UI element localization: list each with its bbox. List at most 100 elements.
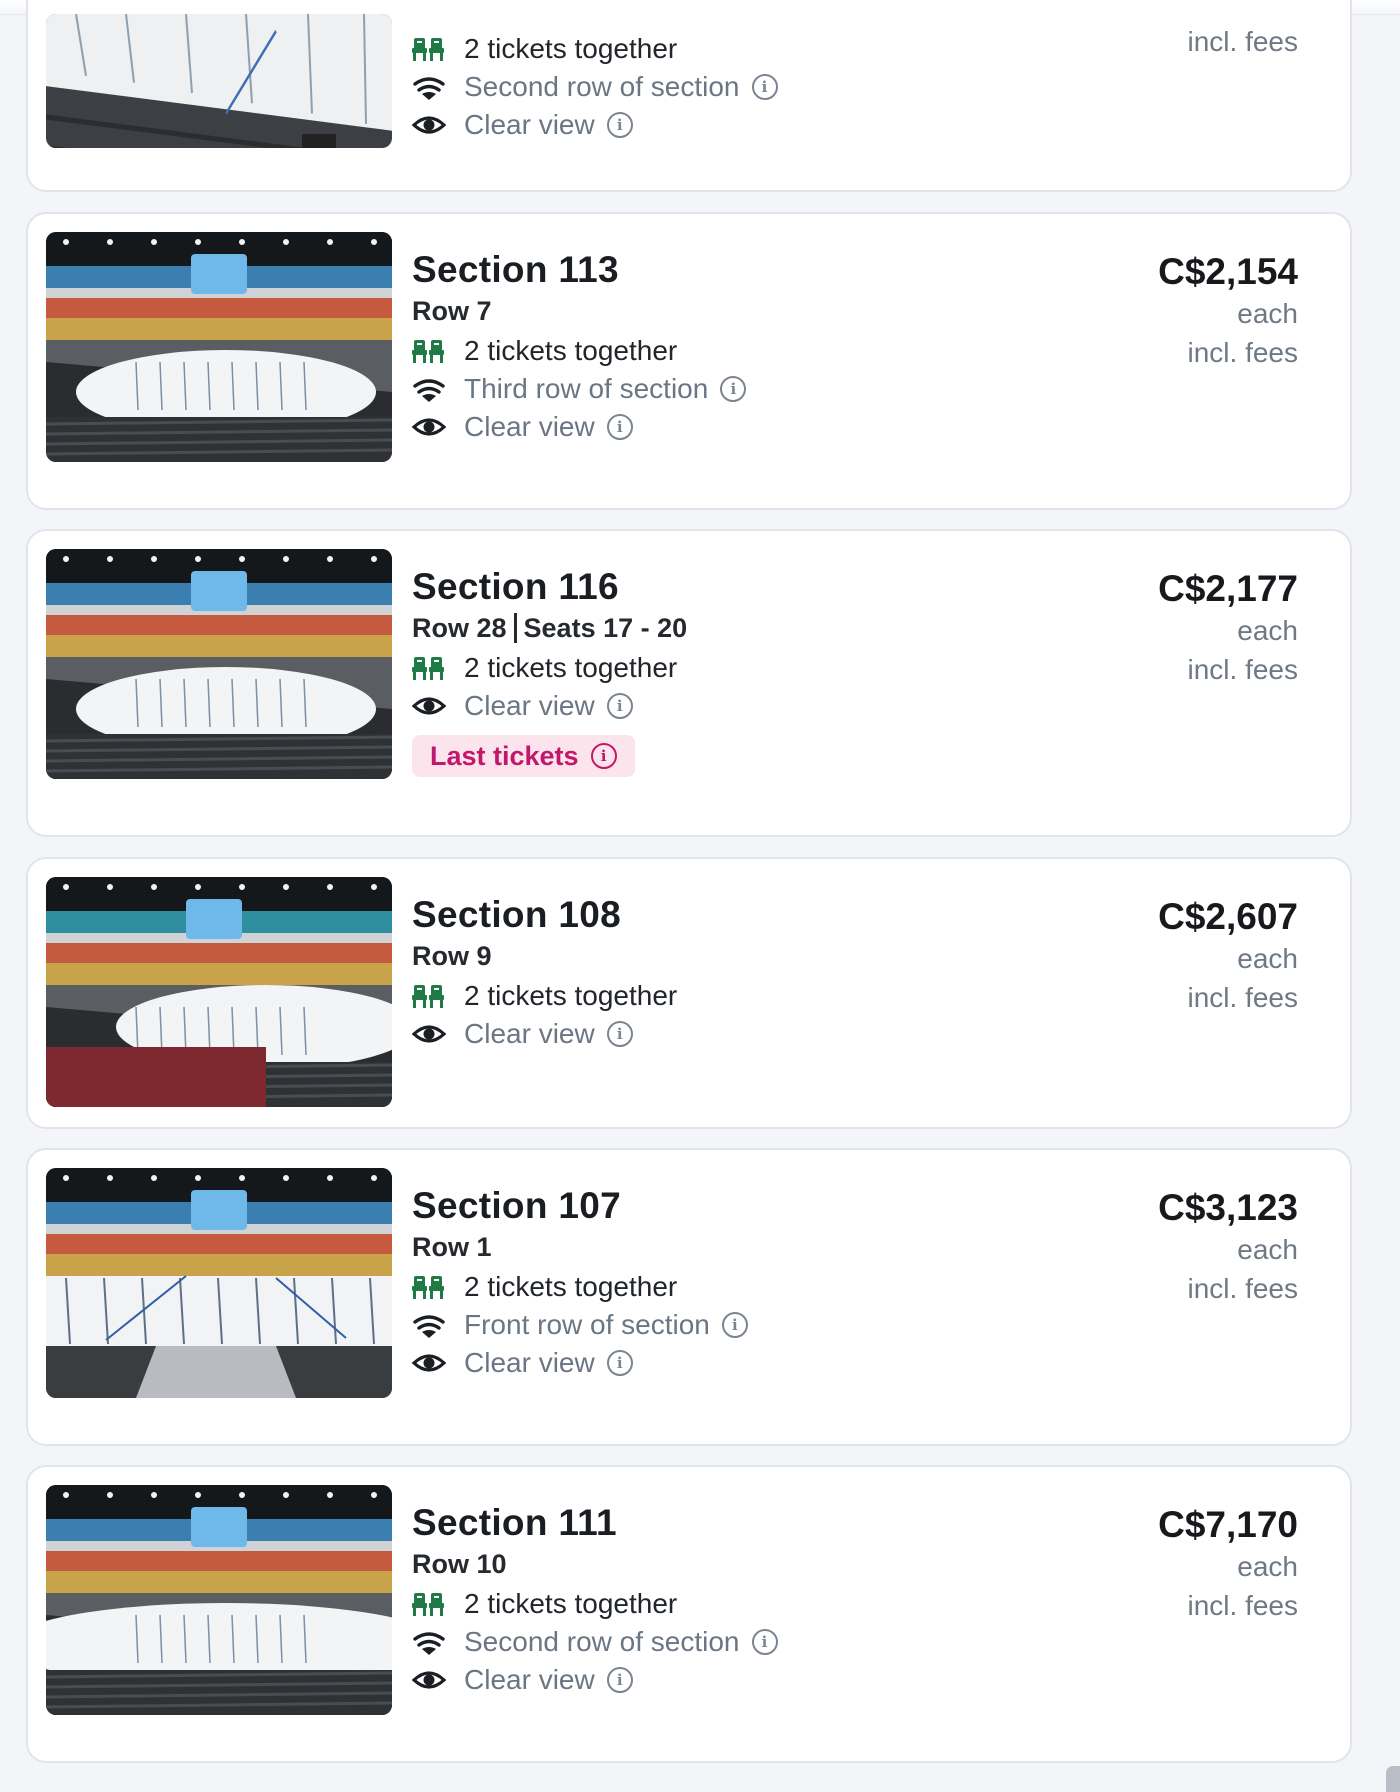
row-seats: Row 1 (412, 1228, 748, 1266)
info-icon[interactable]: i (590, 743, 617, 769)
eye-icon (412, 412, 446, 442)
price-fees-label: incl. fees (1187, 1273, 1299, 1304)
row-separator (513, 613, 517, 643)
last-tickets-badge[interactable]: Last tickets i (412, 735, 635, 777)
row-label: Row 10 (412, 1549, 507, 1579)
feature-text: Clear view (464, 1664, 595, 1695)
price-block: C$7,170 each incl. fees (1158, 1503, 1298, 1625)
section-title: Section 116 (412, 566, 619, 607)
feature-text: 2 tickets together (464, 1588, 678, 1619)
stadium-row-icon (412, 374, 446, 404)
seat-view-image (46, 549, 392, 779)
feature-text: 2 tickets together (464, 335, 678, 366)
scrollbar-thumb[interactable] (1386, 1766, 1400, 1792)
stadium-row-icon (413, 379, 445, 402)
price-each-label: each (1237, 943, 1298, 974)
price-fees-label: incl. fees (1187, 1590, 1299, 1621)
listing-card[interactable]: Section 107 Row 1 2 tickets together Front … (26, 1148, 1352, 1446)
feature-item: Clear view i (412, 106, 778, 144)
listing-info: Section 107 Row 1 2 tickets together Front … (412, 1184, 748, 1382)
section-title: Section 107 (412, 1185, 621, 1226)
feature-item: 2 tickets together (412, 30, 778, 68)
seats-icon (412, 34, 446, 64)
row-label: Row 9 (412, 941, 492, 971)
feature-item: Clear view i (412, 408, 746, 446)
row-label: Row 7 (412, 296, 492, 326)
price-block: incl. fees (1188, 22, 1299, 61)
info-icon[interactable]: i (720, 376, 747, 402)
seats-icon (412, 1272, 446, 1302)
listing-card[interactable]: Section 108 Row 9 2 tickets together Clear … (26, 857, 1352, 1129)
price-amount: C$7,170 (1158, 1504, 1298, 1545)
arena-view-photo (46, 1485, 392, 1715)
eye-icon (412, 1348, 446, 1378)
listing-card[interactable]: Section 113 Row 7 2 tickets together Third … (26, 212, 1352, 510)
feature-text: 2 tickets together (464, 980, 678, 1011)
feature-item: Clear view i (412, 1344, 748, 1382)
seats-icon (412, 985, 444, 1008)
arena-view-photo (46, 14, 392, 148)
seats-icon (412, 340, 444, 363)
feature-item: 2 tickets together (412, 977, 677, 1015)
feature-text: Second row of section (464, 71, 740, 102)
feature-item: Clear view i (412, 687, 687, 725)
feature-text: Third row of section (464, 373, 709, 404)
info-icon[interactable]: i (721, 1312, 748, 1338)
info-icon[interactable]: i (606, 1667, 633, 1693)
seats-icon (412, 653, 446, 683)
feature-text: Second row of section (464, 1626, 740, 1657)
feature-item: 2 tickets together (412, 332, 746, 370)
arena-view-photo (46, 1168, 392, 1398)
stadium-row-icon (412, 1310, 446, 1340)
feature-item: Clear view i (412, 1661, 778, 1699)
seat-view-image (46, 14, 392, 148)
eye-icon (412, 1019, 446, 1049)
row-label: Row 1 (412, 1232, 492, 1262)
eye-icon (412, 110, 446, 140)
listing-card[interactable]: Section 111 Row 10 2 tickets together Secon… (26, 1465, 1352, 1763)
info-icon[interactable]: i (606, 1350, 633, 1376)
feature-text: Clear view (464, 1347, 595, 1378)
seats-icon (412, 336, 446, 366)
listing-card[interactable]: Section 116 Row 28 Seats 17 - 20 2 tickets … (26, 529, 1352, 837)
info-icon[interactable]: i (606, 1021, 633, 1047)
listing-info: Section 111 Row 10 2 tickets together Secon… (412, 1501, 778, 1699)
feature-text: Clear view (464, 109, 595, 140)
price-each-label: each (1237, 298, 1298, 329)
feature-text: 2 tickets together (464, 33, 678, 64)
row-seats: Row 28 Seats 17 - 20 (412, 609, 687, 647)
arena-view-photo (46, 549, 392, 779)
info-icon[interactable]: i (751, 1629, 778, 1655)
info-icon[interactable]: i (606, 693, 633, 719)
eye-icon (412, 691, 446, 721)
listing-info: Section 108 Row 9 2 tickets together Clear … (412, 893, 677, 1053)
price-each-label: each (1237, 615, 1298, 646)
info-icon[interactable]: i (606, 414, 633, 440)
feature-list: 2 tickets together Clear view i (412, 649, 687, 725)
arena-view-photo (46, 877, 392, 1107)
feature-item: Second row of section i (412, 68, 778, 106)
listing-info: Section 116 Row 28 Seats 17 - 20 2 tickets … (412, 565, 687, 777)
seat-view-image (46, 877, 392, 1107)
seats-label: Seats 17 - 20 (523, 613, 688, 643)
seat-view-image (46, 1168, 392, 1398)
price-amount: C$2,607 (1158, 896, 1298, 937)
price-each-label: each (1237, 1551, 1298, 1582)
eye-icon (412, 1665, 446, 1695)
listing-card[interactable]: 2 tickets together Second row of section i… (26, 0, 1352, 192)
section-title: Section 111 (412, 1502, 617, 1543)
feature-item: Front row of section i (412, 1306, 748, 1344)
stadium-row-icon (412, 72, 446, 102)
feature-list: 2 tickets together Second row of section i… (412, 30, 778, 144)
price-fees-label: incl. fees (1187, 337, 1299, 368)
feature-list: 2 tickets together Second row of section i… (412, 1585, 778, 1699)
price-block: C$2,607 each incl. fees (1158, 895, 1298, 1017)
info-icon[interactable]: i (751, 74, 778, 100)
seats-icon (412, 981, 446, 1011)
feature-text: 2 tickets together (464, 652, 678, 683)
feature-text: Clear view (464, 690, 595, 721)
feature-item: 2 tickets together (412, 1268, 748, 1306)
info-icon[interactable]: i (606, 112, 633, 138)
seat-view-image (46, 232, 392, 462)
seats-icon (412, 1276, 444, 1299)
